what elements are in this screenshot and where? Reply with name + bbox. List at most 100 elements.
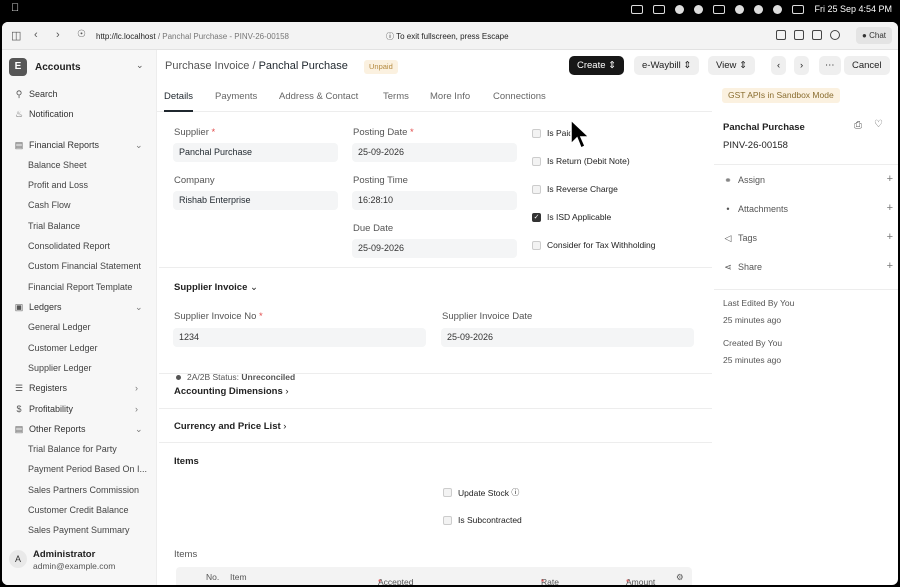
sidebar-item-label: Profitability: [29, 404, 74, 414]
is-return-checkbox[interactable]: Is Return (Debit Note): [532, 156, 630, 166]
accounting-dimensions-toggle[interactable]: Accounting Dimensions ›: [174, 386, 289, 397]
sidebar-item-ledgers[interactable]: ▣ Ledgers ⌄: [2, 298, 157, 316]
cancel-button[interactable]: Cancel: [844, 56, 890, 75]
extension-icon[interactable]: [830, 30, 840, 40]
more-actions-button[interactable]: ⋯: [819, 56, 841, 75]
create-button[interactable]: Create ⇕: [569, 56, 625, 75]
sidebar-item-payment-period[interactable]: Payment Period Based On I...: [2, 460, 157, 478]
shield-icon[interactable]: ☉: [77, 29, 86, 40]
extensions-area: [776, 30, 840, 40]
tab-payments[interactable]: Payments: [215, 91, 257, 102]
control-center-icon[interactable]: [792, 4, 805, 14]
sidebar-right-panel: GST APIs in Sandbox Mode Panchal Purchas…: [714, 82, 898, 585]
attachments-action[interactable]: • Attachments +: [723, 202, 893, 218]
weather-icon[interactable]: [694, 4, 704, 14]
sidebar-item-sales-payment-summary[interactable]: Sales Payment Summary: [2, 521, 157, 539]
plus-icon[interactable]: +: [887, 173, 893, 185]
print-icon[interactable]: ⎙: [854, 120, 862, 131]
wifi-icon[interactable]: [754, 4, 764, 14]
update-stock-checkbox[interactable]: Update Stock ⓘ: [443, 487, 519, 498]
tax-withholding-checkbox[interactable]: Consider for Tax Withholding: [532, 240, 656, 250]
play-icon[interactable]: [735, 4, 745, 14]
is-subcontracted-checkbox[interactable]: Is Subcontracted: [443, 515, 522, 525]
supplier-field[interactable]: Panchal Purchase: [173, 143, 338, 162]
company-field[interactable]: Rishab Enterprise: [173, 191, 338, 210]
is-reverse-charge-checkbox[interactable]: Is Reverse Charge: [532, 184, 618, 194]
checkbox-box: [443, 488, 452, 497]
assign-action[interactable]: ⚭ Assign +: [723, 173, 893, 189]
chevron-down-icon[interactable]: ⌄: [136, 60, 144, 71]
info-icon[interactable]: ⓘ: [511, 487, 519, 498]
page-header: Purchase Invoice / Panchal Purchase Unpa…: [157, 50, 898, 82]
sidebar-item-customer-ledger[interactable]: Customer Ledger: [2, 339, 157, 357]
battery-icon[interactable]: [631, 4, 644, 14]
chat-button[interactable]: ● Chat: [856, 27, 892, 44]
extension-icon[interactable]: [776, 30, 786, 40]
heart-icon[interactable]: ♡: [874, 119, 883, 130]
column-header-no: No.: [206, 572, 220, 582]
sidebar-item-custom-financial-statement[interactable]: Custom Financial Statement: [2, 257, 157, 275]
sidebar-item-sales-partners-commission[interactable]: Sales Partners Commission: [2, 481, 157, 499]
focus-icon[interactable]: [675, 4, 685, 14]
extension-icon[interactable]: [812, 30, 822, 40]
next-doc-button[interactable]: ›: [794, 56, 810, 75]
menubar-clock[interactable]: Fri 25 Sep 4:54 PM: [814, 4, 892, 14]
settings-gear-icon[interactable]: ⚙: [676, 572, 684, 583]
sidebar-item-consolidated-report[interactable]: Consolidated Report: [2, 237, 157, 255]
tab-more-info[interactable]: More Info: [430, 91, 470, 102]
sidebar-item-cash-flow[interactable]: Cash Flow: [2, 196, 157, 214]
tags-action[interactable]: ◁ Tags +: [723, 231, 893, 247]
fullscreen-hint: ⓘ To exit fullscreen, press Escape: [386, 32, 509, 41]
sidebar-item-trial-balance-for-party[interactable]: Trial Balance for Party: [2, 440, 157, 458]
search-icon[interactable]: [773, 4, 783, 14]
sidebar-item-general-ledger[interactable]: General Ledger: [2, 318, 157, 336]
is-isd-applicable-checkbox[interactable]: ✓ Is ISD Applicable: [532, 212, 611, 222]
app-switcher[interactable]: E Accounts: [9, 57, 81, 77]
previous-doc-button[interactable]: ‹: [771, 56, 787, 75]
tab-details[interactable]: Details: [164, 91, 194, 112]
view-button[interactable]: View ⇕: [708, 56, 756, 75]
plus-icon[interactable]: +: [887, 231, 893, 243]
supplier-invoice-date-field[interactable]: 25-09-2026: [441, 328, 694, 347]
tab-address-contact[interactable]: Address & Contact: [279, 91, 358, 102]
sidebar-item-financial-report-template[interactable]: Financial Report Template: [2, 278, 157, 296]
tab-terms[interactable]: Terms: [383, 91, 409, 102]
display-icon[interactable]: [653, 4, 666, 14]
sidebar-item-profitability[interactable]: $ Profitability ›: [2, 400, 157, 418]
sidebar-item-other-reports[interactable]: ▤ Other Reports ⌄: [2, 420, 157, 438]
sidebar-toggle-icon[interactable]: ◫: [11, 29, 21, 42]
share-action[interactable]: ⋖ Share +: [723, 260, 893, 276]
breadcrumb-doctype[interactable]: Purchase Invoice: [165, 60, 249, 72]
sidebar-item-financial-reports[interactable]: ▤ Financial Reports ⌄: [2, 136, 157, 154]
posting-date-field[interactable]: 25-09-2026: [352, 143, 517, 162]
column-header-item: Item: [230, 572, 247, 582]
sidebar-item-customer-credit-balance[interactable]: Customer Credit Balance: [2, 501, 157, 519]
extension-icon[interactable]: [794, 30, 804, 40]
screen-icon[interactable]: [713, 4, 726, 14]
ewaybill-button[interactable]: e-Waybill ⇕: [634, 56, 700, 75]
sidebar-item-notification[interactable]: ♨ Notification: [2, 105, 157, 123]
posting-time-field[interactable]: 16:28:10: [352, 191, 517, 210]
apple-icon[interactable]: : [11, 2, 19, 14]
sidebar-item-label: Financial Report Template: [28, 282, 133, 292]
sidebar-item-profit-and-loss[interactable]: Profit and Loss: [2, 176, 157, 194]
user-menu[interactable]: A Administrator admin@example.com: [9, 544, 154, 574]
chevron-left-icon: ‹: [777, 60, 781, 71]
sidebar-item-trial-balance[interactable]: Trial Balance: [2, 217, 157, 235]
sidebar-item-search[interactable]: ⚲ Search: [2, 85, 157, 103]
address-bar[interactable]: http://lc.localhost / Panchal Purchase -…: [96, 32, 289, 41]
currency-price-list-toggle[interactable]: Currency and Price List ›: [174, 421, 286, 432]
plus-icon[interactable]: +: [887, 202, 893, 214]
search-icon: ⚲: [15, 88, 23, 99]
forward-icon[interactable]: ›: [56, 29, 60, 41]
is-paid-checkbox[interactable]: Is Paid: [532, 128, 573, 138]
back-icon[interactable]: ‹: [34, 29, 38, 41]
due-date-field[interactable]: 25-09-2026: [352, 239, 517, 258]
sidebar-item-registers[interactable]: ☰ Registers ›: [2, 379, 157, 397]
sidebar-item-balance-sheet[interactable]: Balance Sheet: [2, 156, 157, 174]
tab-connections[interactable]: Connections: [493, 91, 546, 102]
supplier-invoice-no-field[interactable]: 1234: [173, 328, 426, 347]
plus-icon[interactable]: +: [887, 260, 893, 272]
sidebar-item-supplier-ledger[interactable]: Supplier Ledger: [2, 359, 157, 377]
supplier-invoice-section-toggle[interactable]: Supplier Invoice ⌄: [174, 282, 258, 293]
